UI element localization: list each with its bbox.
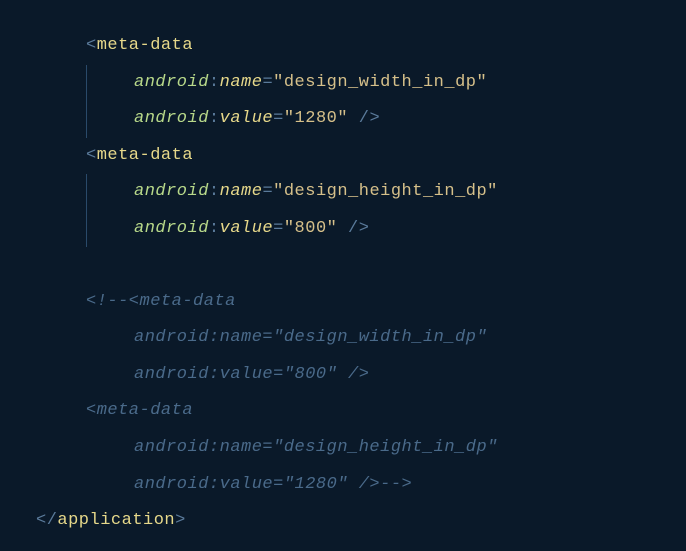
code-token: "design_width_in_dp" [273,73,487,92]
code-token: meta-data [97,146,193,165]
code-token: : [209,182,220,201]
code-line [0,247,686,284]
code-token: = [273,109,284,128]
code-token: : [209,109,220,128]
code-token: android:name="design_height_in_dp" [134,438,498,457]
code-token: name [220,73,263,92]
code-token: /> [348,109,380,128]
code-token: < [86,36,97,55]
code-token: meta-data [97,36,193,55]
code-line: <meta-data [0,28,686,65]
code-token: android [134,73,209,92]
code-line: <meta-data [0,138,686,175]
code-token: android [134,182,209,201]
code-token: : [209,73,220,92]
code-token: > [175,511,186,530]
code-line: android:value="1280" /> [0,101,686,138]
code-block: <meta-dataandroid:name="design_width_in_… [0,0,686,540]
code-token: value [220,219,274,238]
code-token: android:value="800" /> [134,365,369,384]
code-token [86,255,97,274]
code-line: android:value="800" /> [0,357,686,394]
code-token: android [134,219,209,238]
code-token: "design_height_in_dp" [273,182,498,201]
code-line: android:name="design_width_in_dp" [0,320,686,357]
code-token: android [134,109,209,128]
code-token: android:value="1280" />--> [134,475,412,494]
code-token: application [57,511,175,530]
code-token: value [220,109,274,128]
code-line: android:value="800" /> [0,211,686,248]
code-token: = [262,182,273,201]
code-line: </application> [0,503,686,540]
code-token: name [220,182,263,201]
code-token: = [262,73,273,92]
code-token: </ [36,511,57,530]
code-line: android:value="1280" />--> [0,467,686,504]
code-token: <!--<meta-data [86,292,236,311]
code-line: android:name="design_width_in_dp" [0,65,686,102]
code-token: = [273,219,284,238]
code-token: "1280" [284,109,348,128]
code-token: /> [337,219,369,238]
code-token: <meta-data [86,401,193,420]
code-token: "800" [284,219,338,238]
code-token: android:name="design_width_in_dp" [134,328,487,347]
code-line: android:name="design_height_in_dp" [0,430,686,467]
code-token: : [209,219,220,238]
code-line: android:name="design_height_in_dp" [0,174,686,211]
code-token: < [86,146,97,165]
code-line: <meta-data [0,393,686,430]
code-line: <!--<meta-data [0,284,686,321]
